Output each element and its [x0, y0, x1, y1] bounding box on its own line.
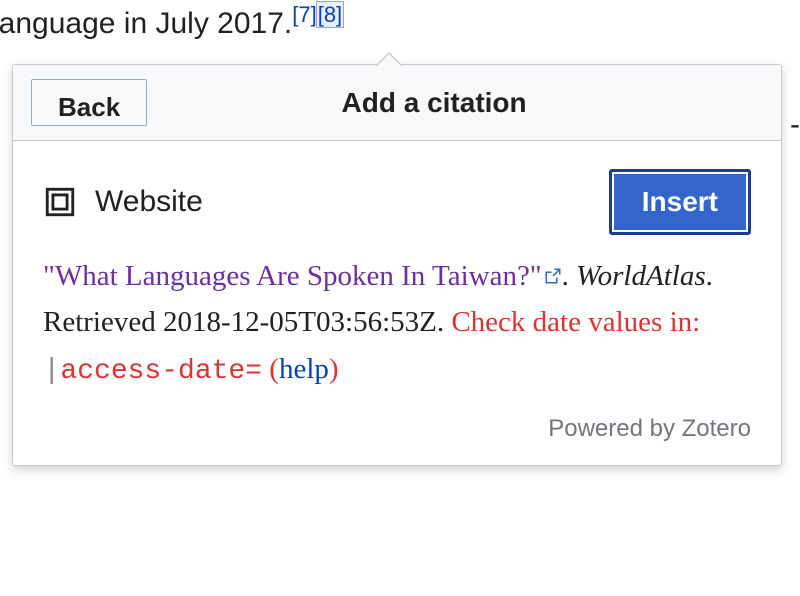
citation-title-link[interactable]: "What Languages Are Spoken In Taiwan?" [43, 260, 542, 292]
source-type-label: Website [95, 185, 609, 219]
citation-source: WorldAtlas [576, 260, 705, 292]
back-button[interactable]: Back [31, 79, 147, 126]
citation-param: access-date= [60, 356, 262, 387]
website-icon [43, 185, 77, 219]
popup-title: Add a citation [147, 65, 781, 140]
citation-pipe: | [43, 354, 60, 387]
citation-popup: Back Add a citation Website Insert "What… [12, 64, 782, 466]
edge-text: - [790, 108, 800, 142]
citation-sep1: . [562, 260, 577, 292]
popup-footer: Powered by Zotero [13, 411, 781, 465]
reference-8[interactable]: [8] [317, 2, 343, 27]
popup-body: Website Insert "What Languages Are Spoke… [13, 141, 781, 411]
insert-button[interactable]: Insert [609, 169, 751, 235]
citation-preview: "What Languages Are Spoken In Taiwan?". … [43, 253, 751, 395]
article-fragment: language in July 2017. [0, 7, 292, 40]
reference-7[interactable]: [7] [292, 2, 316, 27]
popup-header: Back Add a citation [13, 65, 781, 141]
citation-date: 2018-12-05T03:56:53Z [163, 306, 437, 338]
external-link-icon [544, 253, 562, 271]
source-row: Website Insert [43, 169, 751, 235]
article-text: language in July 2017.[7][8] [0, 0, 800, 45]
help-open: ( [262, 353, 279, 385]
citation-error-text: Check date values in: [451, 306, 700, 338]
help-link[interactable]: help [279, 353, 329, 385]
citation-sep2: . [437, 306, 452, 338]
help-close: ) [329, 353, 339, 385]
